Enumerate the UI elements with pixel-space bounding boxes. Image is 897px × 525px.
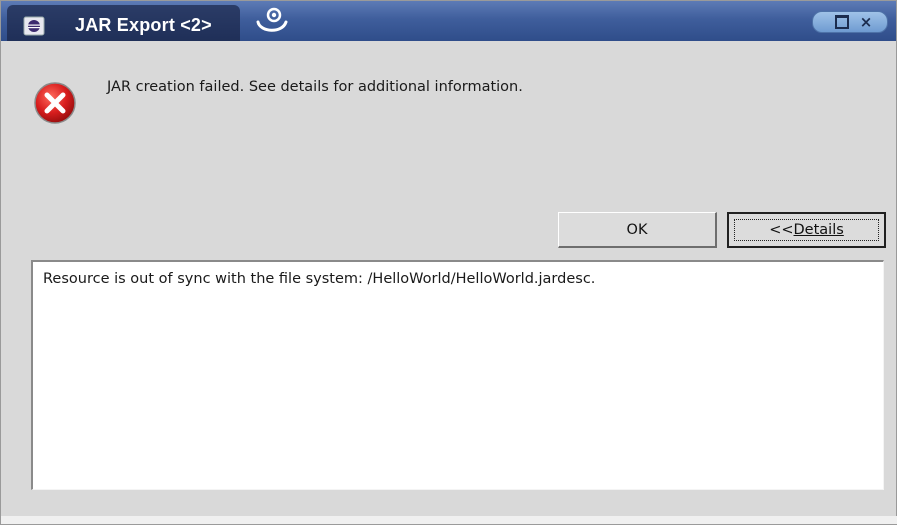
close-button[interactable]: × — [855, 12, 877, 32]
eclipse-app-icon — [23, 16, 45, 36]
window-controls: × — [812, 11, 888, 33]
details-button-label: Details — [793, 222, 844, 238]
error-icon — [34, 82, 76, 124]
window-title: JAR Export <2> — [75, 15, 212, 35]
details-button-focus: << Details — [734, 219, 879, 241]
title-tab: JAR Export <2> — [7, 5, 240, 41]
details-text-area[interactable]: Resource is out of sync with the file sy… — [31, 260, 884, 490]
details-prefix: << — [769, 222, 794, 238]
close-icon: × — [859, 13, 873, 31]
ok-button-label: OK — [626, 221, 648, 238]
swirl-icon — [256, 7, 288, 32]
details-button[interactable]: << Details — [727, 212, 886, 248]
details-text: Resource is out of sync with the file sy… — [43, 271, 596, 287]
jar-export-dialog: JAR Export <2> × JAR creation failed. Se… — [0, 0, 897, 525]
maximize-icon — [835, 15, 849, 29]
bottom-edge — [1, 516, 897, 524]
maximize-button[interactable] — [831, 12, 853, 32]
ok-button[interactable]: OK — [558, 212, 717, 248]
title-bar[interactable]: JAR Export <2> × — [1, 1, 896, 41]
error-message: JAR creation failed. See details for add… — [107, 79, 523, 95]
